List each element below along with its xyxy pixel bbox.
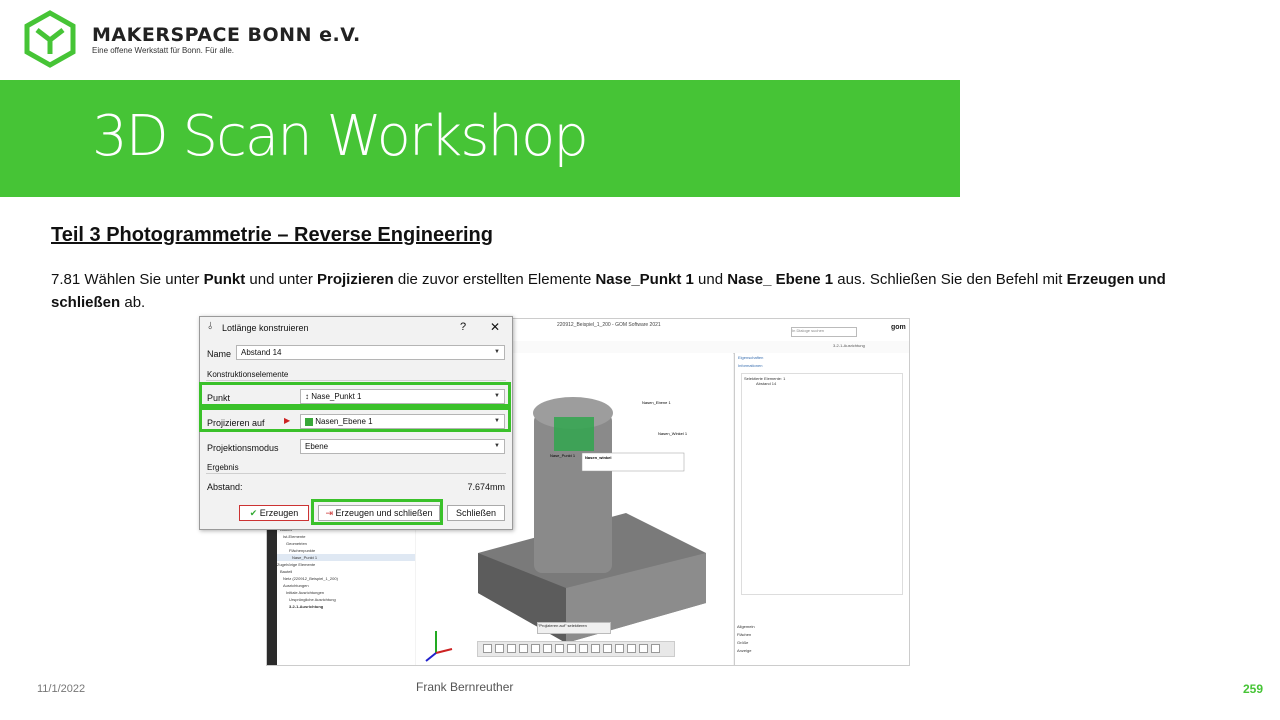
view-button[interactable] [555, 644, 564, 653]
view-button[interactable] [639, 644, 648, 653]
tab-properties[interactable]: Eigenschaften [738, 355, 763, 360]
tree-item[interactable]: Initiale Ausrichtungen [277, 589, 415, 596]
name-label: Name [207, 349, 232, 359]
distance-label: Abstand: [207, 482, 243, 492]
create-label: Erzeugen [259, 508, 299, 518]
tree-item[interactable]: Bauteil [277, 568, 415, 575]
makerspace-logo-icon [24, 10, 76, 68]
distance-value: 7.674mm [467, 482, 505, 492]
view-button[interactable] [579, 644, 588, 653]
checkmark-icon: ✔ [249, 508, 258, 518]
projection-mode-select[interactable]: Ebene ▼ [300, 439, 505, 454]
section-general[interactable]: Allgemein [737, 623, 755, 631]
view-button[interactable] [591, 644, 600, 653]
dialog-icon: ⫰ [208, 321, 213, 332]
highlight-point [199, 382, 511, 407]
label-nasen-ebene: Nasen_Ebene 1 [642, 400, 671, 405]
divider [206, 380, 506, 381]
chevron-down-icon: ▼ [494, 349, 500, 355]
label-nasen-winkel: Nasen_Winkel 1 [658, 431, 688, 436]
create-button[interactable]: ✔ Erzeugen [239, 505, 309, 521]
tree-item[interactable]: Ausrichtungen [277, 582, 415, 589]
projection-hint: "Projizieren auf" selektieren [537, 622, 611, 634]
section-surfaces[interactable]: Flächen [737, 631, 755, 639]
divider [206, 473, 506, 474]
tree-item[interactable]: Flächenpunkte [277, 547, 415, 554]
close-dialog-button[interactable]: Schließen [447, 505, 505, 521]
highlight-create-close [311, 499, 443, 525]
view-button[interactable] [519, 644, 528, 653]
selection-info: Selektierte Elemente: 1 Abstand 14 [741, 373, 903, 595]
view-button[interactable] [531, 644, 540, 653]
footer-date: 11/1/2022 [37, 683, 86, 695]
view-button[interactable] [507, 644, 516, 653]
view-button[interactable] [615, 644, 624, 653]
name-input[interactable]: Abstand 14 ▼ [236, 345, 505, 360]
tree-item[interactable]: Geometrien [277, 540, 415, 547]
footer-author: Frank Bernreuther [416, 680, 514, 694]
close-button[interactable]: ✕ [490, 320, 500, 334]
selected-item: Abstand 14 [756, 381, 777, 386]
close-dialog-label: Schließen [455, 508, 497, 518]
properties-sections: Allgemein Flächen Größe Anzeige [737, 623, 755, 655]
tree-item[interactable]: Ursprüngliche Ausrichtung [277, 596, 415, 603]
tree-item[interactable]: Netz (220912_Beispiel_1_200) [277, 575, 415, 582]
tree-item[interactable]: 3-2-1-Ausrichtung [277, 603, 415, 610]
construct-section-label: Konstruktionselemente [207, 370, 289, 379]
properties-panel: Eigenschaften Informationen Selektierte … [734, 353, 909, 665]
tree-item[interactable]: Zugehörige Elemente [277, 561, 415, 568]
gom-logo: gom [891, 324, 906, 331]
view-button[interactable] [495, 644, 504, 653]
view-button[interactable] [483, 644, 492, 653]
highlight-projection [199, 407, 511, 432]
section-display[interactable]: Anzeige [737, 647, 755, 655]
dialog-search-input[interactable]: In Dialoge suchen [791, 327, 857, 337]
projection-mode-label: Projektionsmodus [207, 443, 279, 453]
page-number: 259 [1243, 682, 1264, 696]
view-button[interactable] [603, 644, 612, 653]
tree-item[interactable]: Nase_Punkt 1 [277, 554, 415, 561]
chevron-down-icon: ▼ [494, 443, 500, 449]
info-header: Informationen [738, 363, 763, 368]
alignment-selector[interactable]: 3-2-1-Ausrichtung [833, 343, 865, 348]
dialog-title: Lotlänge konstruieren [222, 323, 309, 333]
help-button[interactable]: ? [460, 321, 466, 333]
result-section-label: Ergebnis [207, 463, 239, 472]
name-value: Abstand 14 [241, 348, 282, 357]
view-button[interactable] [543, 644, 552, 653]
tree-item[interactable]: Ist-Elemente [277, 533, 415, 540]
projection-mode-value: Ebene [305, 442, 329, 451]
step-instruction: 7.81 Wählen Sie unter Punkt und unter Pr… [51, 271, 1166, 311]
page-title: 3D Scan Workshop [92, 104, 589, 169]
software-window-title: 220912_Beispiel_1_200 - GOM Software 202… [557, 322, 661, 328]
view-button[interactable] [627, 644, 636, 653]
element-tree: Zugehörige Elemente (1) Bauteil Ist-Elem… [277, 519, 415, 665]
section-title: Teil 3 Photogrammetrie – Reverse Enginee… [51, 224, 493, 246]
org-tagline: Eine offene Werkstatt für Bonn. Für alle… [92, 46, 234, 55]
view-button[interactable] [567, 644, 576, 653]
label-winkel-table: Nasen_winkel [585, 455, 611, 460]
section-size[interactable]: Größe [737, 639, 755, 647]
view-button[interactable] [651, 644, 660, 653]
label-nase-punkt: Nase_Punkt 1 [550, 453, 576, 458]
org-name: MAKERSPACE BONN e.V. [92, 24, 361, 46]
